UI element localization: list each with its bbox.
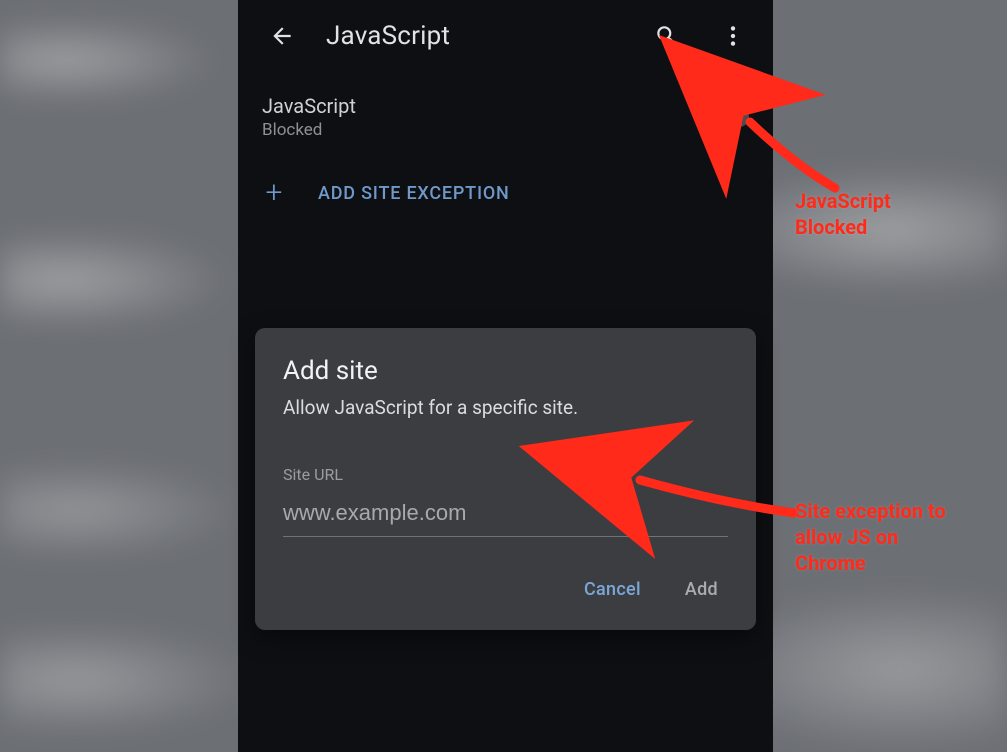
page-title: JavaScript: [326, 21, 623, 51]
dialog-actions: Cancel Add: [283, 571, 728, 614]
add-exception-label: ADD SITE EXCEPTION: [318, 183, 510, 204]
annotation-label-site-exception: Site exception to allow JS on Chrome: [795, 498, 946, 576]
back-button[interactable]: [260, 14, 304, 58]
more-vert-icon: [720, 23, 746, 49]
cancel-button[interactable]: Cancel: [580, 571, 645, 608]
overflow-menu-button[interactable]: [711, 14, 755, 58]
setting-label: JavaScript: [262, 94, 703, 118]
javascript-setting-row[interactable]: JavaScript Blocked: [238, 72, 773, 152]
dialog-subtitle: Allow JavaScript for a specific site.: [283, 396, 728, 419]
arrow-icon: [632, 458, 802, 528]
setting-texts: JavaScript Blocked: [262, 94, 703, 140]
plus-icon: +: [262, 178, 286, 208]
setting-status: Blocked: [262, 120, 703, 140]
app-bar: JavaScript: [238, 0, 773, 72]
add-button[interactable]: Add: [681, 571, 722, 608]
dialog-title: Add site: [283, 356, 728, 386]
arrow-icon: [740, 110, 850, 200]
annotation-label-js-blocked: JavaScript Blocked: [795, 188, 891, 240]
phone-frame: JavaScript JavaScript Blocked + ADD SITE…: [238, 0, 773, 752]
add-site-exception-button[interactable]: + ADD SITE EXCEPTION: [238, 152, 773, 234]
search-button[interactable]: [645, 14, 689, 58]
annotation-arrow-site-exception: [632, 458, 802, 532]
search-icon: [654, 23, 680, 49]
arrow-left-icon: [269, 23, 295, 49]
